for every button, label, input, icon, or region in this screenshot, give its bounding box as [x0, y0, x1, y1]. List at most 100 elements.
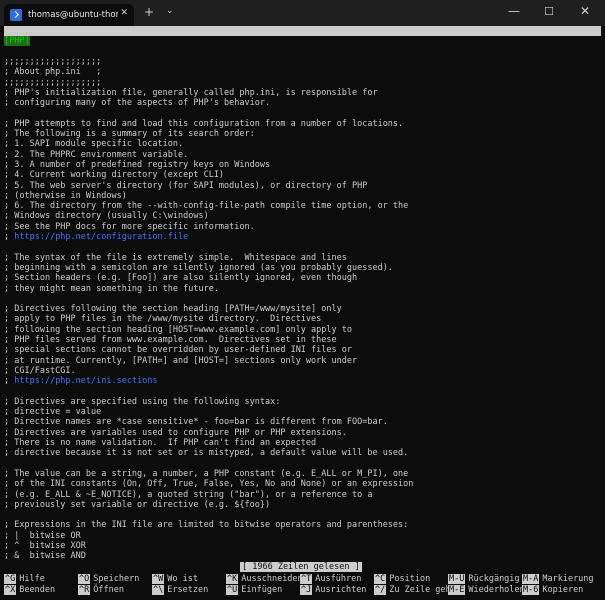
- shortcut-label: Kopieren: [542, 584, 584, 595]
- shortcut-key: ^G: [4, 574, 17, 584]
- editor-line: ; 6. The directory from the --with-confi…: [4, 201, 408, 211]
- line-text: ; 2. The PHPRC environment variable.: [4, 149, 189, 160]
- editor-line: ; at runtime. Currently, [PATH=] and [HO…: [4, 356, 357, 366]
- line-text: ; directive because it is not set or is …: [4, 448, 409, 459]
- editor-line: ; apply to PHP files in the /www/mysite …: [4, 314, 321, 324]
- editor-line: ;;;;;;;;;;;;;;;;;;;: [4, 57, 101, 67]
- terminal-icon: [10, 9, 22, 21]
- editor-line: ; Section headers (e.g. [Foo]) are also …: [4, 273, 357, 283]
- editor-line: ; configuring many of the aspects of PHP…: [4, 98, 270, 108]
- line-text: ; The value can be a string, a number, a…: [4, 468, 409, 479]
- shortcut-key: ^/: [374, 584, 387, 595]
- editor-line: ; they might mean something in the futur…: [4, 284, 219, 294]
- line-text: ; (e.g. E_ALL & ~E_NOTICE), a quoted str…: [4, 489, 373, 500]
- line-text: ; at runtime. Currently, [PATH=] and [HO…: [4, 355, 358, 366]
- maximize-button[interactable]: ☐: [544, 5, 554, 18]
- shortcut-key: ^\: [152, 584, 165, 595]
- shortcut-ersetzen[interactable]: ^\ Ersetzen: [152, 584, 208, 595]
- line-text: ; (otherwise in Windows): [4, 190, 127, 201]
- editor-line: ; CGI/FastCGI.: [4, 366, 76, 376]
- shortcut-key: ^J: [300, 584, 313, 595]
- shortcut-öffnen[interactable]: ^R Öffnen: [78, 584, 124, 595]
- editor-line: ; https://php.net/configuration.file: [4, 232, 188, 242]
- minimize-button[interactable]: —: [508, 4, 520, 18]
- shortcut-label: Hilfe: [19, 574, 45, 584]
- section-header: [PHP]: [4, 36, 30, 47]
- file-path: /etc/php/8.3/fpm/php.ini: [256, 46, 379, 57]
- editor-line: ; 1. SAPI module specific location.: [4, 139, 183, 149]
- line-text: ;;;;;;;;;;;;;;;;;;;: [4, 56, 102, 67]
- editor-line: ; special sections cannot be overridden …: [4, 345, 352, 355]
- line-text: ; previously set variable or directive (…: [4, 499, 271, 510]
- chevron-down-icon[interactable]: ⌄: [166, 6, 174, 16]
- shortcut-speichern[interactable]: ^O Speichern: [78, 574, 139, 584]
- line-text: ; of the INI constants (On, Off, True, F…: [4, 479, 414, 490]
- shortcut-ausführen[interactable]: ^T Ausführen: [300, 574, 361, 584]
- tab-close-icon[interactable]: ✕: [120, 8, 128, 18]
- line-text: ; 6. The directory from the --with-confi…: [4, 201, 409, 212]
- terminal-area[interactable]: GNU nano 7.2 /etc/php/8.3/fpm/php.ini [P…: [0, 26, 605, 600]
- shortcut-key: ^R: [78, 584, 91, 595]
- shortcut-label: Öffnen: [93, 584, 124, 595]
- shortcut-label: Ausführen: [315, 574, 362, 584]
- editor-line: ; previously set variable or directive (…: [4, 500, 270, 510]
- editor-line: ; (e.g. E_ALL & ~E_NOTICE), a quoted str…: [4, 490, 372, 500]
- shortcut-label: Ausrichten: [315, 584, 367, 595]
- shortcut-key: ^W: [152, 574, 165, 584]
- shortcut-wo-ist[interactable]: ^W Wo ist: [152, 574, 198, 584]
- editor-line: ; Directives are variables used to confi…: [4, 428, 347, 438]
- editor-line: ; PHP files served from www.example.com.…: [4, 335, 337, 345]
- shortcut-kopieren[interactable]: M-6 Kopieren: [522, 584, 584, 595]
- line-text: ; directive = value: [4, 407, 102, 418]
- shortcut-ausschneiden[interactable]: ^K Ausschneiden: [226, 574, 303, 584]
- shortcut-markierung[interactable]: M-A Markierung: [522, 574, 594, 584]
- url-link[interactable]: https://php.net/ini.sections: [14, 376, 157, 386]
- editor-line: ; Directives are specified using the fol…: [4, 397, 280, 407]
- shortcut-wiederholen[interactable]: M-E Wiederholen: [448, 584, 525, 595]
- line-text: ; | bitwise OR: [4, 530, 81, 541]
- line-text: ; 3. A number of predefined registry key…: [4, 159, 271, 170]
- shortcut-position[interactable]: ^C Position: [374, 574, 430, 584]
- editor-line: ; The syntax of the file is extremely si…: [4, 253, 347, 263]
- shortcut-einfügen[interactable]: ^U Einfügen: [226, 584, 282, 595]
- editor-line: ;;;;;;;;;;;;;;;;;;;: [4, 78, 101, 88]
- line-text: ;: [4, 376, 15, 387]
- shortcut-beenden[interactable]: ^X Beenden: [4, 584, 56, 595]
- editor-line: ; 4. Current working directory (except C…: [4, 170, 224, 180]
- close-button[interactable]: ✕: [580, 4, 590, 18]
- line-text: ;: [4, 232, 15, 242]
- line-text: ; apply to PHP files in the /www/mysite …: [4, 314, 322, 325]
- url-link[interactable]: https://php.net/configuration.file: [14, 232, 188, 242]
- editor-line: ; directive = value: [4, 407, 101, 417]
- editor-line: ; directive because it is not set or is …: [4, 448, 408, 458]
- editor-line: ; Windows directory (usually C:\windows): [4, 211, 209, 221]
- line-text: ; Expressions in the INI file are limite…: [4, 520, 409, 531]
- shortcut-zu-zeile-geh[interactable]: ^/Zu Zeile geh: [374, 584, 451, 595]
- shortcut-label: Wiederholen: [468, 584, 525, 595]
- shortcut-rückgängig[interactable]: M-U Rückgängig: [448, 574, 520, 584]
- editor-line: ; About php.ini ;: [4, 67, 101, 77]
- line-text: ;;;;;;;;;;;;;;;;;;;: [4, 77, 102, 88]
- editor-line: ; 5. The web server's directory (for SAP…: [4, 181, 367, 191]
- editor-line: ; ^ bitwise XOR: [4, 541, 86, 551]
- line-text: ; Directives are variables used to confi…: [4, 427, 347, 438]
- line-text: ; Directive names are *case sensitive* -…: [4, 417, 388, 428]
- editor-line: ; (otherwise in Windows): [4, 191, 127, 201]
- editor-line: ; & bitwise AND: [4, 551, 86, 561]
- shortcut-label: Rückgängig: [468, 574, 520, 584]
- status-message: [ 1966 Zeilen gelesen ]: [240, 562, 362, 573]
- shortcut-ausrichten[interactable]: ^J Ausrichten: [300, 584, 367, 595]
- shortcut-hilfe[interactable]: ^G Hilfe: [4, 574, 45, 584]
- editor-line: ; of the INI constants (On, Off, True, F…: [4, 479, 413, 489]
- shortcut-key: ^U: [226, 584, 239, 595]
- line-text: ; The following is a summary of its sear…: [4, 129, 255, 139]
- line-text: ; beginning with a semicolon are silentl…: [4, 262, 393, 273]
- line-text: ; See the PHP docs for more specific inf…: [4, 221, 255, 232]
- shortcut-key: M-U: [448, 574, 466, 584]
- new-tab-button[interactable]: +: [144, 5, 154, 19]
- terminal-tab[interactable]: thomas@ubuntu-thomas: ~ ✕: [4, 4, 134, 26]
- line-text: ; ^ bitwise XOR: [4, 541, 86, 551]
- shortcut-label: Beenden: [19, 584, 56, 595]
- line-text: ; PHP files served from www.example.com.…: [4, 335, 337, 345]
- editor-line: ; 2. The PHPRC environment variable.: [4, 150, 188, 160]
